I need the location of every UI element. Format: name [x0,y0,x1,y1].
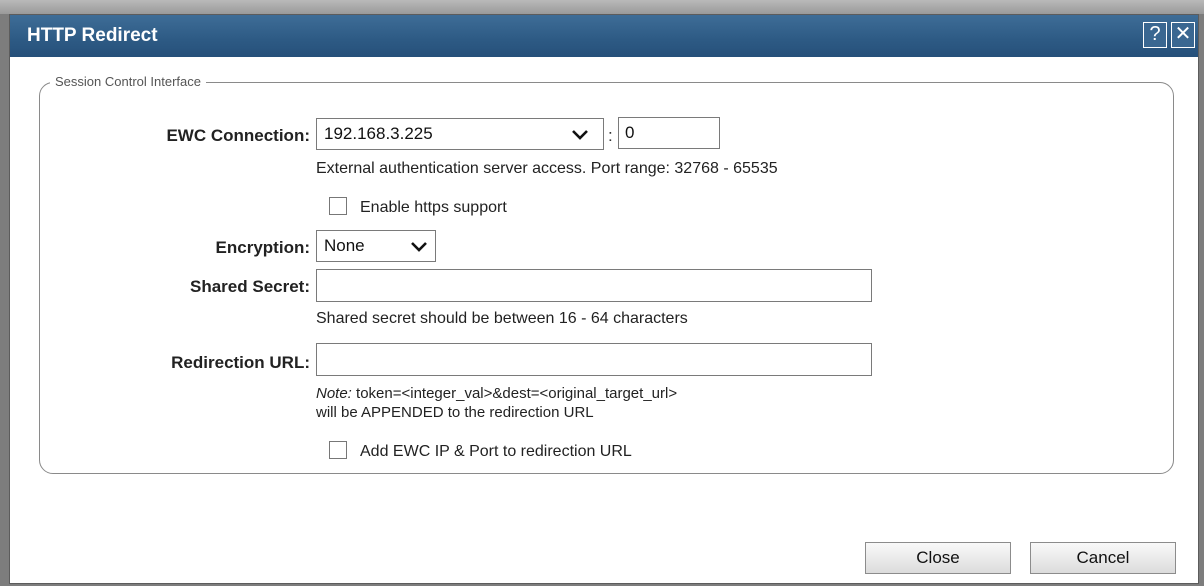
close-icon[interactable]: ✕ [1171,22,1195,48]
port-separator: : [608,126,613,145]
note-line1: token=<integer_val>&dest=<original_targe… [351,385,678,402]
fieldset-legend: Session Control Interface [50,74,206,89]
redirection-url-input[interactable] [316,343,872,376]
dialog-title: HTTP Redirect [27,25,158,46]
encryption-label: Encryption: [215,238,310,257]
background-window-strip [0,0,1204,14]
add-ewc-checkbox[interactable] [329,441,347,459]
https-label: Enable https support [360,199,507,216]
chevron-down-icon [572,130,588,140]
dialog-titlebar[interactable]: HTTP Redirect ? ✕ [10,15,1198,57]
shared-secret-input[interactable] [316,269,872,302]
note-prefix: Note: [316,385,352,402]
redirection-url-label: Redirection URL: [171,353,310,372]
ewc-ip-value: 192.168.3.225 [324,124,433,143]
close-button[interactable]: Close [865,542,1011,574]
note-line2: will be APPENDED to the redirection URL [316,404,594,421]
cancel-button[interactable]: Cancel [1030,542,1176,574]
ewc-help-text: External authentication server access. P… [316,160,778,177]
encryption-value: None [324,236,365,255]
ewc-connection-label: EWC Connection: [166,126,310,145]
redirection-note: Note: token=<integer_val>&dest=<original… [316,384,677,422]
shared-secret-help-text: Shared secret should be between 16 - 64 … [316,310,688,327]
help-icon[interactable]: ? [1143,22,1167,48]
https-checkbox[interactable] [329,197,347,215]
encryption-select[interactable]: None [316,230,436,262]
ewc-port-input[interactable] [618,117,720,149]
add-ewc-label: Add EWC IP & Port to redirection URL [360,443,632,460]
chevron-down-icon [411,242,427,252]
ewc-ip-select[interactable]: 192.168.3.225 [316,118,604,150]
shared-secret-label: Shared Secret: [190,277,310,296]
